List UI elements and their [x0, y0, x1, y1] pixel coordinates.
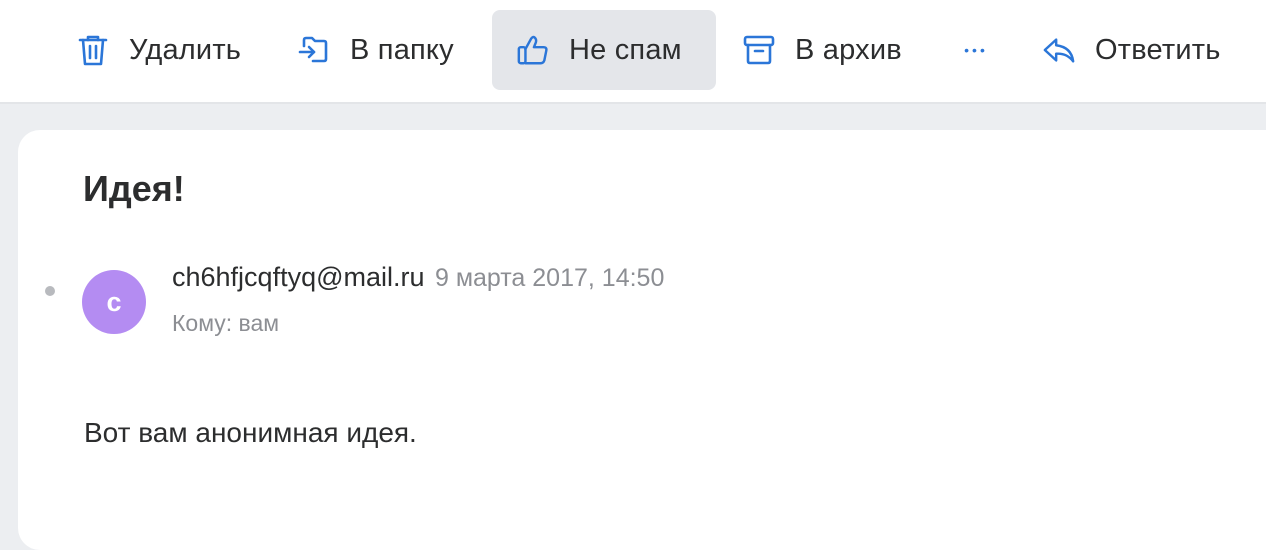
unread-indicator[interactable] [45, 286, 55, 296]
delete-button[interactable]: Удалить [76, 10, 266, 90]
sender-avatar[interactable]: c [82, 270, 146, 334]
more-dots-icon: ••• [964, 42, 988, 58]
sender-email[interactable]: ch6hfjcqftyq@mail.ru [172, 262, 425, 292]
reply-label: Ответить [1095, 33, 1221, 66]
move-to-folder-label: В папку [350, 33, 454, 66]
archive-button[interactable]: В архив [742, 10, 932, 90]
message-body-line: Вот вам анонимная идея. [84, 417, 417, 448]
message-date: 9 марта 2017, 14:50 [434, 264, 665, 292]
move-to-folder-button[interactable]: В папку [297, 10, 487, 90]
not-spam-label: Не спам [569, 33, 682, 66]
folder-move-icon [297, 33, 331, 67]
reply-button[interactable]: Ответить [1042, 10, 1266, 90]
message-toolbar: Удалить В папку Не спам В архив ••• Отве… [0, 0, 1266, 104]
sender-line: ch6hfjcqftyq@mail.ru 9 марта 2017, 14:50 [172, 262, 664, 293]
reply-arrow-icon [1042, 33, 1076, 67]
not-spam-button[interactable]: Не спам [492, 10, 716, 90]
recipient-line[interactable]: Кому: вам [172, 310, 279, 337]
trash-icon [76, 33, 110, 67]
thumbs-up-icon [516, 33, 550, 67]
message-card [18, 130, 1266, 550]
message-subject: Идея! [83, 168, 185, 209]
delete-button-label: Удалить [129, 33, 242, 66]
more-actions-button[interactable]: ••• [956, 10, 996, 90]
archive-box-icon [742, 33, 776, 67]
archive-label: В архив [795, 33, 902, 66]
